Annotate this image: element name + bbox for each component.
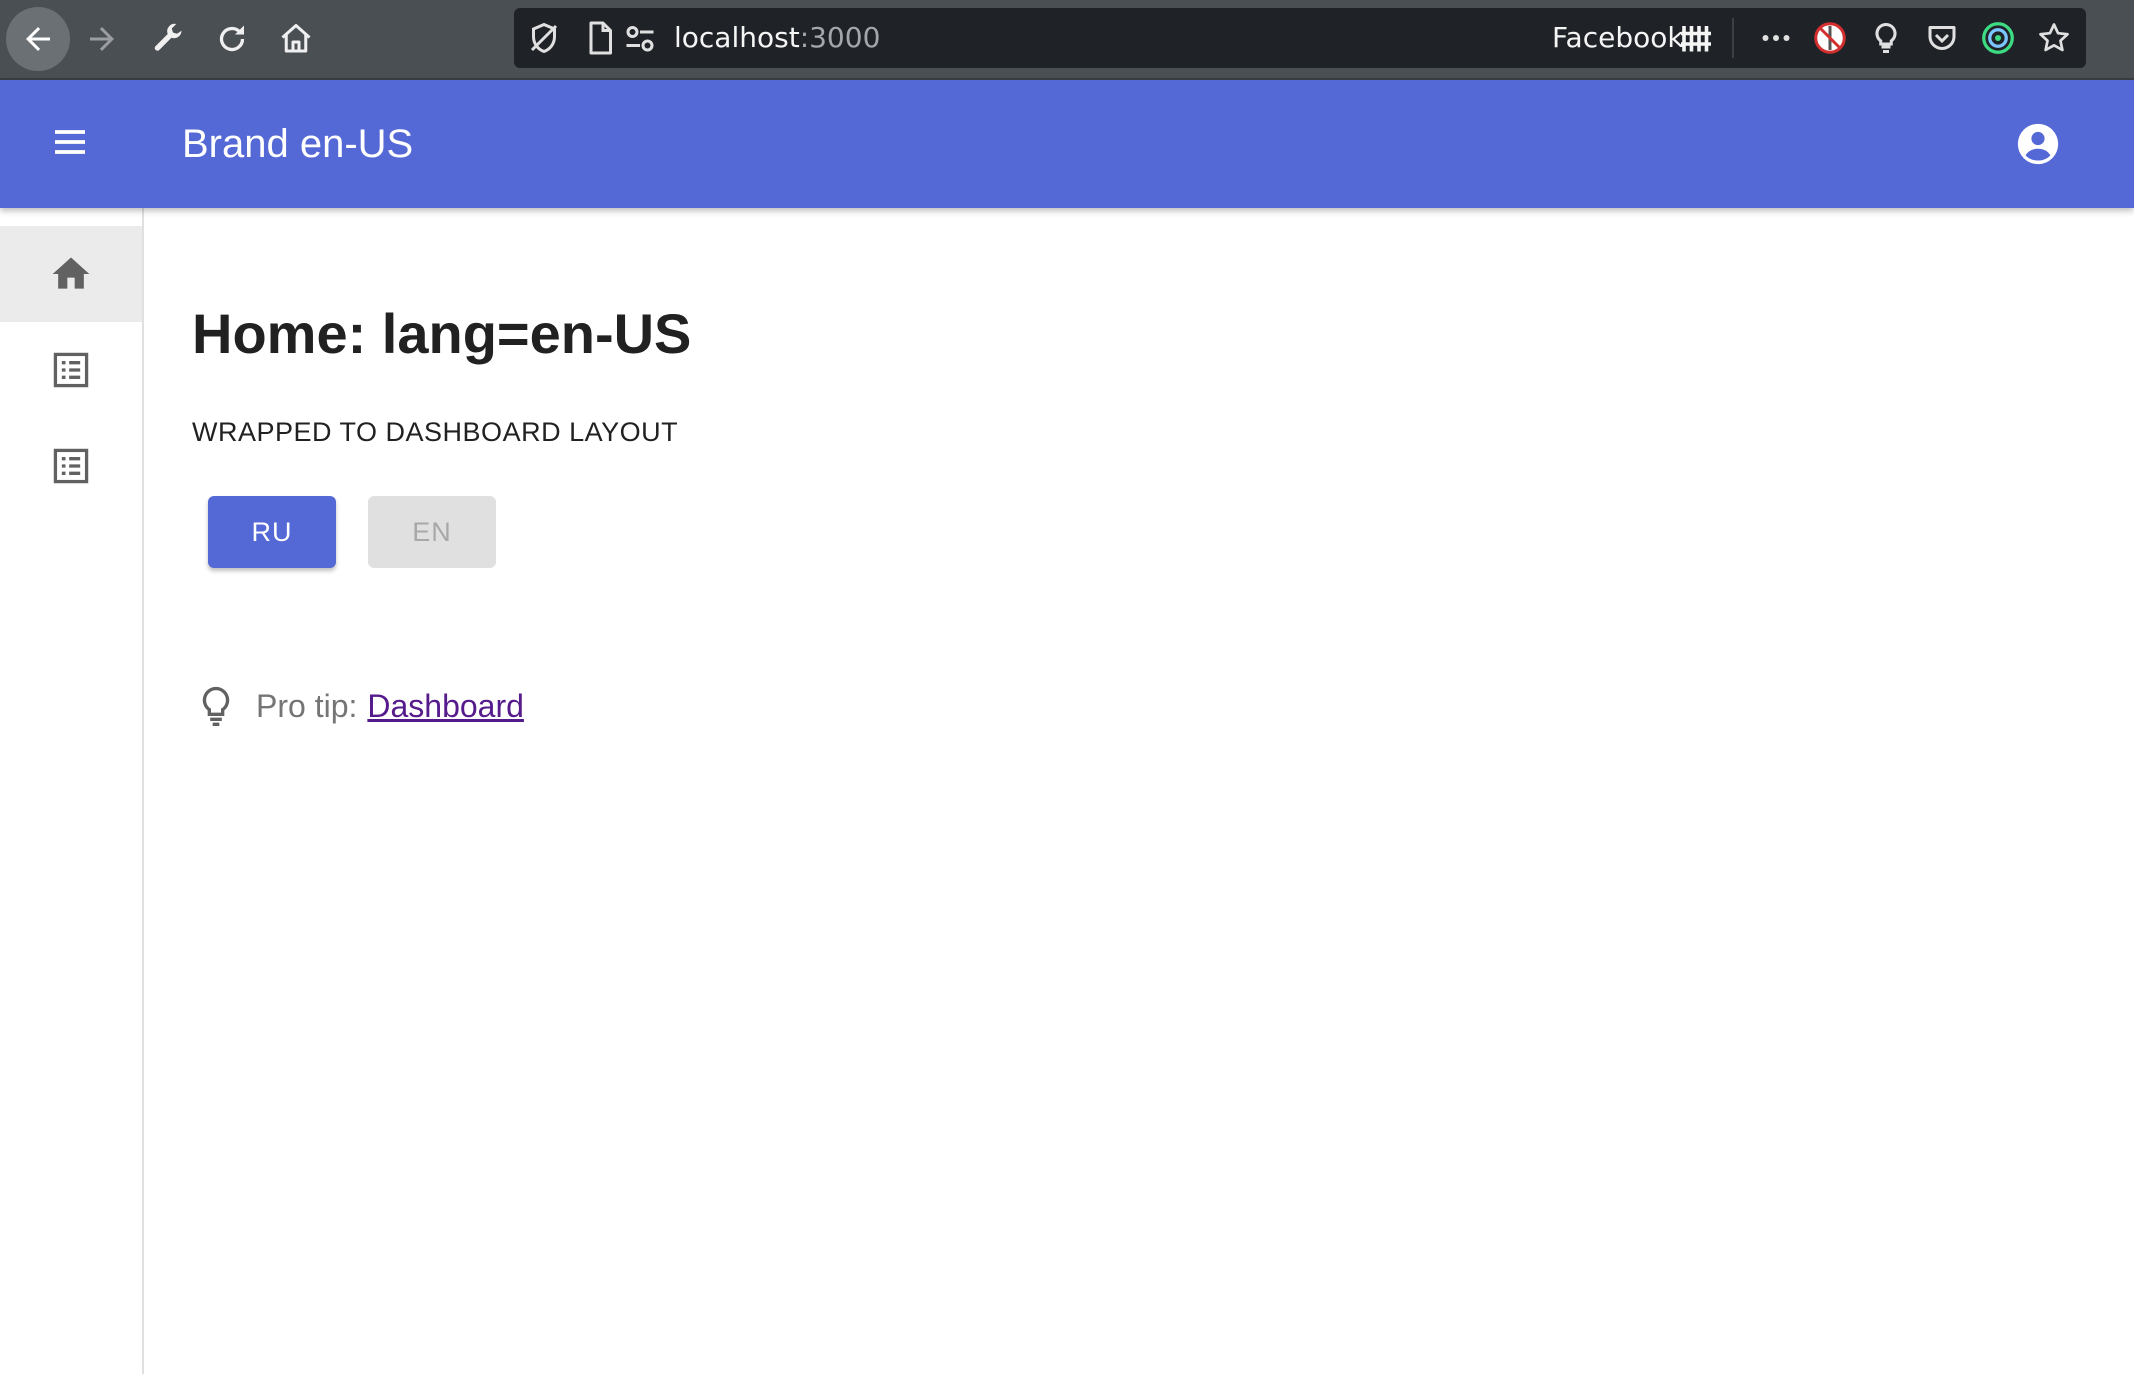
url-text[interactable]: localhost:3000: [674, 22, 880, 54]
wrench-icon: [154, 23, 182, 51]
browser-toolbar: localhost:3000 Facebook: [0, 0, 2134, 80]
page-title: Home: lang=en-US: [192, 302, 692, 365]
pro-tip-label: Pro tip:: [256, 687, 358, 724]
container-fence-icon[interactable]: [1678, 20, 1714, 56]
page-subtitle: WRAPPED TO DASHBOARD LAYOUT: [192, 417, 679, 447]
account-circle-icon: [2017, 123, 2059, 165]
sidebar-item-list-1[interactable]: [0, 322, 142, 418]
lightbulb-extension-icon[interactable]: [1868, 20, 1904, 56]
extension-blocker-icon[interactable]: [1812, 20, 1848, 56]
side-navigation: [0, 208, 144, 1374]
more-actions-icon[interactable]: [1758, 20, 1794, 56]
app-bar: Brand en-US: [0, 80, 2134, 208]
lang-ru-button[interactable]: RU: [208, 496, 336, 568]
pocket-icon[interactable]: [1924, 20, 1960, 56]
home-icon: [52, 257, 90, 289]
account-button[interactable]: [2002, 108, 2074, 180]
arrow-left-icon: [26, 27, 50, 51]
customize-button[interactable]: [136, 7, 200, 71]
url-bar[interactable]: localhost:3000 Facebook: [514, 8, 2086, 68]
reload-button[interactable]: [200, 7, 264, 71]
url-port: :3000: [799, 21, 881, 54]
permissions-icon[interactable]: [622, 20, 658, 56]
arrow-right-icon: [90, 27, 114, 51]
hamburger-menu-icon: [55, 130, 85, 154]
lang-en-button[interactable]: EN: [368, 496, 496, 568]
url-bar-divider: [1732, 18, 1734, 58]
url-host: localhost: [674, 21, 800, 54]
pro-tip: Pro tip: Dashboard: [196, 682, 524, 730]
reload-icon: [219, 25, 245, 52]
back-button[interactable]: [6, 7, 70, 71]
browser-home-icon: [281, 24, 311, 53]
list-icon: [53, 448, 89, 484]
list-icon: [53, 352, 89, 388]
facebook-container-label[interactable]: Facebook: [1552, 22, 1684, 54]
page-info-icon[interactable]: [582, 20, 618, 56]
star-bookmark-icon[interactable]: [2036, 20, 2072, 56]
forward-button[interactable]: [70, 7, 134, 71]
sidebar-item-list-2[interactable]: [0, 418, 142, 514]
lightbulb-icon: [202, 686, 230, 726]
menu-button[interactable]: [34, 106, 106, 178]
dashboard-link[interactable]: Dashboard: [367, 688, 524, 725]
tracking-protection-icon[interactable]: [526, 20, 562, 56]
home-button[interactable]: [264, 7, 328, 71]
brand-title: Brand en-US: [182, 122, 414, 166]
sidebar-item-home[interactable]: [0, 226, 142, 322]
target-extension-icon[interactable]: [1980, 20, 2016, 56]
